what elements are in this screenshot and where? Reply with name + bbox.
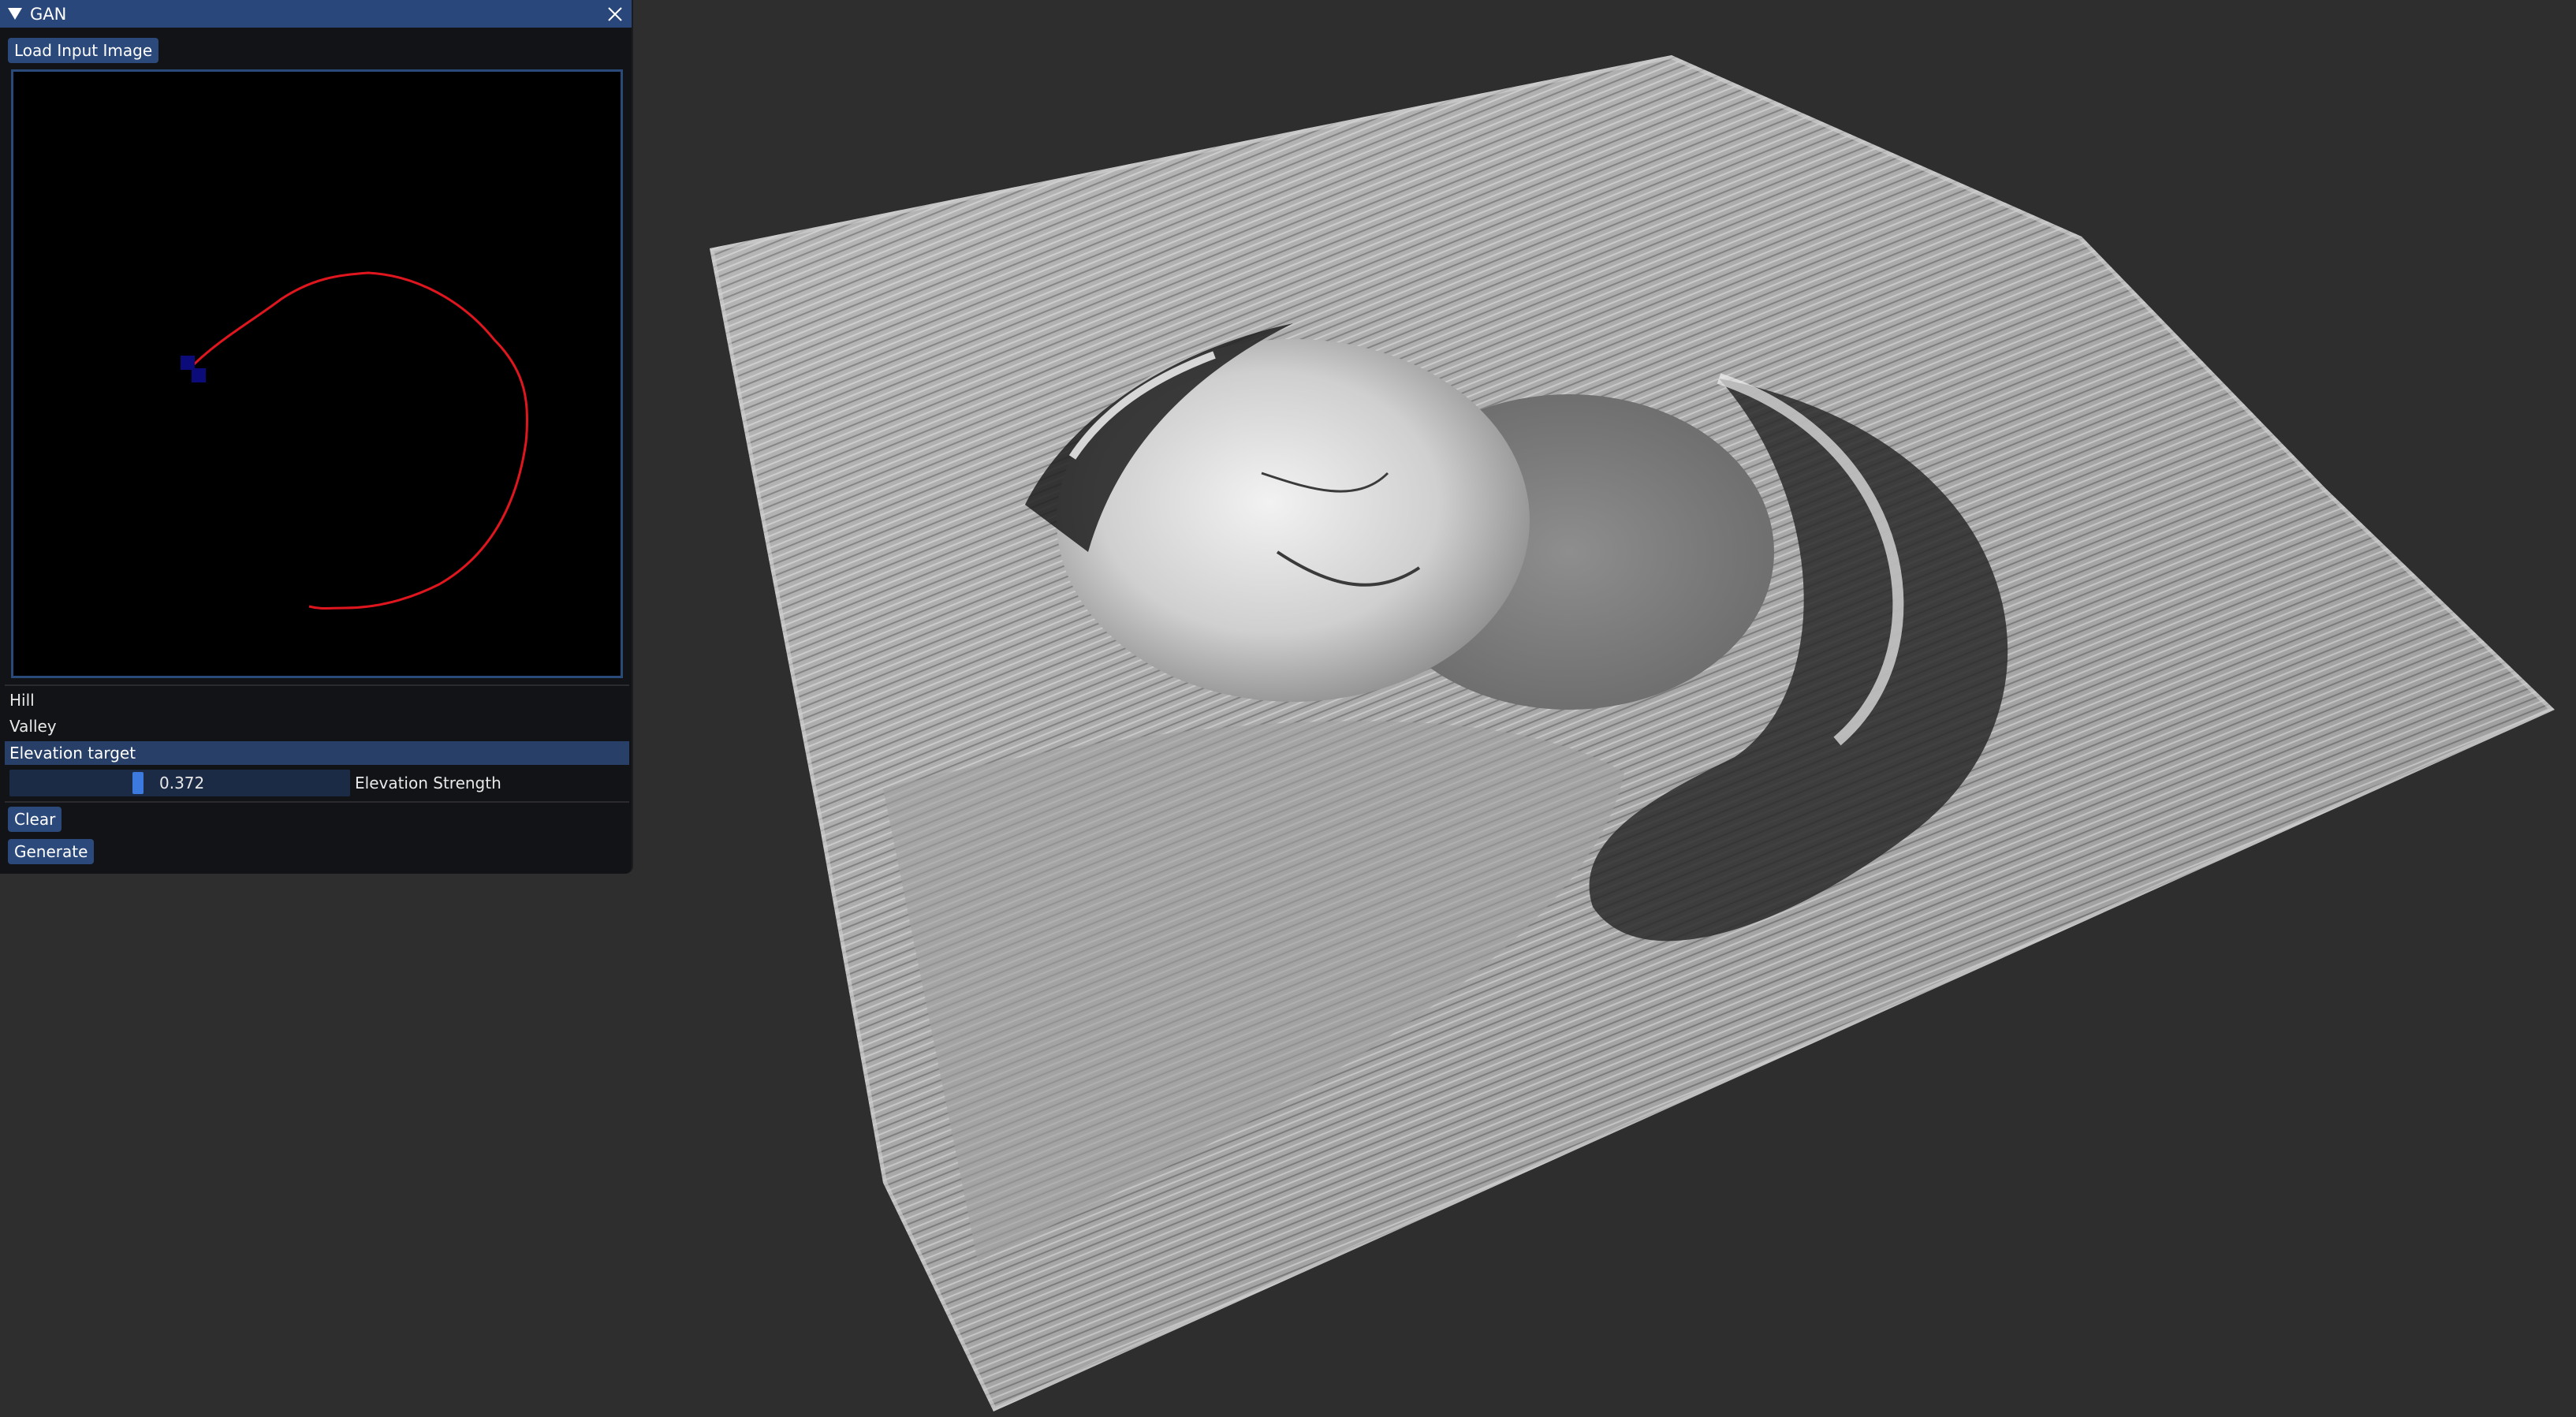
gan-window: GAN Load Input Image Hill Valley Elevati…: [0, 0, 633, 874]
window-title: GAN: [30, 4, 67, 24]
generate-button[interactable]: Generate: [8, 839, 95, 864]
elevation-strength-slider[interactable]: 0.372: [9, 770, 350, 796]
elevation-target-row[interactable]: Elevation target: [5, 741, 629, 765]
slider-grab[interactable]: [132, 772, 144, 794]
elevation-target-label: Elevation target: [9, 744, 136, 763]
marker-point: [181, 356, 195, 370]
sketch-canvas[interactable]: [11, 69, 623, 678]
collapse-arrow-icon[interactable]: [8, 8, 22, 20]
separator: [5, 684, 629, 686]
valley-label[interactable]: Valley: [9, 717, 57, 736]
window-title-bar[interactable]: GAN: [0, 0, 632, 28]
sketch-drawing: [181, 271, 529, 610]
clear-button[interactable]: Clear: [8, 807, 62, 832]
slider-label: Elevation Strength: [355, 774, 501, 792]
close-icon[interactable]: [605, 4, 625, 24]
sketch-stroke: [189, 271, 529, 610]
separator: [5, 801, 629, 803]
marker-point: [192, 368, 206, 382]
hill-label[interactable]: Hill: [9, 691, 35, 710]
load-input-image-button[interactable]: Load Input Image: [8, 38, 159, 63]
slider-value: 0.372: [159, 774, 205, 792]
